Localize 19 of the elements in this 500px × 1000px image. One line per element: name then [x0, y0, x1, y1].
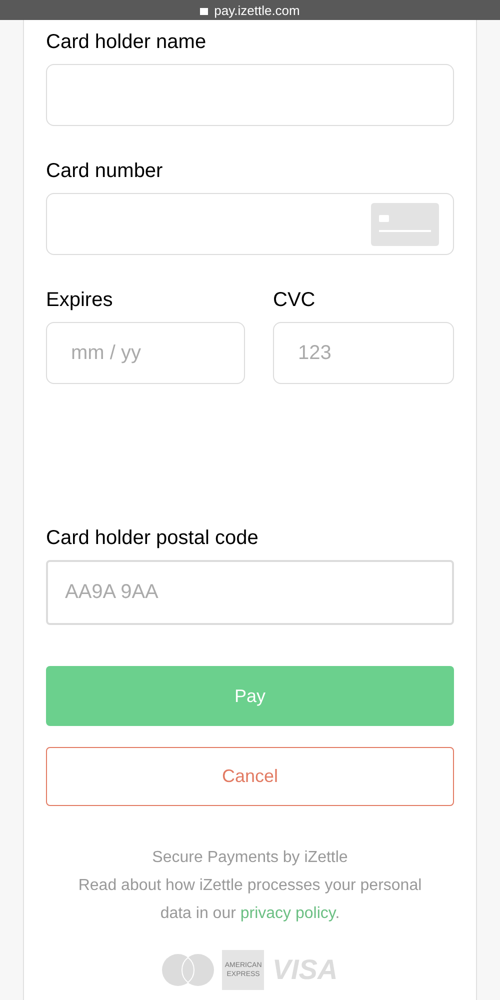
- footer-title: Secure Payments by iZettle: [151, 848, 349, 868]
- field-label: Card holder postal code: [46, 526, 260, 551]
- cancel-button[interactable]: Cancel: [46, 747, 454, 806]
- input-field[interactable]: [46, 64, 454, 126]
- credit-card-icon: [371, 202, 439, 246]
- lock-icon: [200, 6, 208, 14]
- input-field[interactable]: 123: [273, 322, 454, 384]
- field-label: Card number: [46, 159, 164, 184]
- field-label: Card holder name: [46, 30, 208, 55]
- field-label: CVC: [273, 288, 316, 313]
- privacy-policy-link[interactable]: privacy policy: [240, 905, 336, 922]
- url-text: pay.izettle.com: [214, 4, 300, 16]
- mastercard-logo-icon: [162, 954, 214, 986]
- privacy-text: Read about how iZettle processes your personal data in our privacy policy.: [77, 876, 423, 924]
- card-number-field[interactable]: [46, 193, 454, 255]
- pay-button[interactable]: Pay: [46, 666, 454, 726]
- input-field[interactable]: AA9A 9AA: [46, 560, 454, 625]
- input-field[interactable]: mm / yy: [46, 322, 245, 384]
- field-label: Expires: [46, 288, 114, 313]
